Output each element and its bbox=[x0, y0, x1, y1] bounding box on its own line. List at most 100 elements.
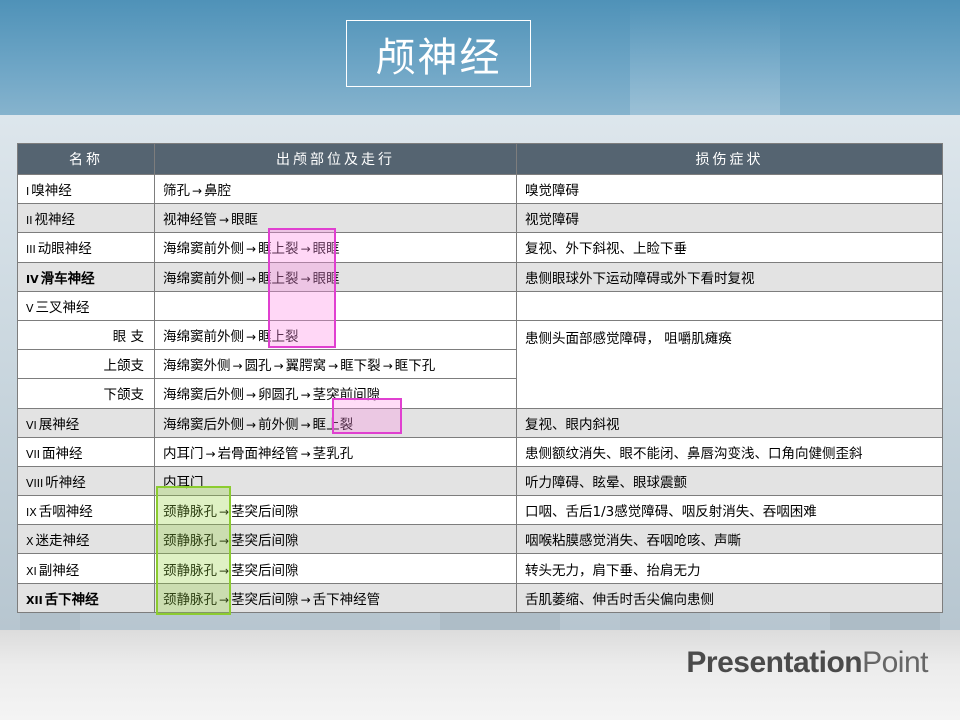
header-name: 名称 bbox=[17, 143, 155, 175]
logo-bold: Presentation bbox=[686, 646, 863, 679]
nerve-name: 滑车神经 bbox=[40, 270, 95, 287]
path-step: 翼腭窝 bbox=[285, 358, 327, 375]
arrow-icon: → bbox=[328, 359, 339, 374]
roman-numeral: IV bbox=[26, 272, 39, 286]
roman-numeral: III bbox=[26, 243, 36, 257]
nerve-name: 舌咽神经 bbox=[38, 504, 93, 521]
path-step: 海绵窦前外侧 bbox=[163, 270, 244, 287]
nerve-name-cell: VI 展神经 bbox=[17, 407, 155, 438]
path-step: 岩骨面神经管 bbox=[217, 445, 299, 462]
nerve-name-cell: VIII 听神经 bbox=[17, 465, 155, 497]
symptom-cell: 复视、眼内斜视 bbox=[516, 407, 943, 438]
path-step: 眼眶 bbox=[231, 212, 259, 229]
path-step: 圆孔 bbox=[244, 358, 272, 375]
nerve-name-cell: X 迷走神经 bbox=[17, 524, 155, 555]
table-row: I 嗅神经 筛孔 → 鼻腔 嗅觉障碍 bbox=[17, 173, 943, 205]
path-step: 舌下神经管 bbox=[312, 591, 381, 608]
path-step: 海绵窦后外侧 bbox=[163, 416, 244, 433]
nerve-name: 迷走神经 bbox=[35, 533, 90, 550]
roman-numeral: XII bbox=[26, 593, 43, 607]
path-step: 筛孔 bbox=[163, 183, 190, 200]
path-step: 茎突后间隙 bbox=[231, 504, 299, 521]
path-step: 卵圆孔 bbox=[258, 387, 299, 404]
arrow-icon: → bbox=[246, 388, 257, 403]
slide-title: 颅神经 bbox=[375, 34, 502, 81]
symptom-cell: 视觉障碍 bbox=[516, 203, 943, 234]
highlight-jugular-foramen-box bbox=[156, 486, 231, 615]
nerve-name: 上颌支 bbox=[103, 358, 145, 375]
nerve-name-cell: I 嗅神经 bbox=[17, 173, 155, 205]
arrow-icon: → bbox=[382, 359, 393, 374]
nerve-name: 展神经 bbox=[38, 416, 80, 433]
arrow-icon: → bbox=[246, 417, 257, 432]
symptom-cell: 转头无力，肩下垂、抬肩无力 bbox=[516, 553, 943, 584]
nerve-name: 听神经 bbox=[45, 474, 86, 491]
arrow-icon: → bbox=[300, 592, 311, 607]
nerve-name-cell: 上颌支 bbox=[17, 349, 155, 380]
nerve-name-cell: III 动眼神经 bbox=[17, 232, 155, 263]
arrow-icon: → bbox=[273, 359, 284, 374]
symptom-cell: 患侧额纹消失、眼不能闭、鼻唇沟变浅、口角向健侧歪斜 bbox=[516, 436, 943, 467]
path-step: 茎突后间隙 bbox=[231, 562, 299, 579]
path-step: 茎突后间隙 bbox=[231, 533, 299, 550]
path-cell: 内耳门 → 岩骨面神经管 → 茎乳孔 bbox=[154, 436, 517, 467]
nerve-name-cell: II 视神经 bbox=[17, 203, 155, 234]
path-step: 眶下裂 bbox=[340, 358, 381, 375]
arrow-icon: → bbox=[300, 388, 311, 403]
nerve-name-cell: IV 滑车神经 bbox=[17, 261, 155, 292]
presentationpoint-logo: PresentationPoint bbox=[686, 646, 928, 680]
path-step: 茎突后间隙 bbox=[231, 591, 299, 608]
arrow-icon: → bbox=[232, 359, 243, 374]
symptom-cell: 口咽、舌后1/3感觉障碍、咽反射消失、吞咽困难 bbox=[516, 495, 943, 526]
header-path: 出颅部位及走行 bbox=[154, 143, 517, 175]
symptom-cell: 舌肌萎缩、伸舌时舌尖偏向患侧 bbox=[516, 582, 943, 614]
path-step: 海绵窦前外侧 bbox=[163, 329, 244, 346]
roman-numeral: VIII bbox=[26, 476, 44, 490]
slide-title-box: 颅神经 bbox=[346, 20, 531, 87]
roman-numeral: II bbox=[26, 214, 33, 228]
path-cell: 筛孔 → 鼻腔 bbox=[154, 173, 517, 205]
table-row: III 动眼神经 海绵窦前外侧 → 眶上裂 → 眼眶 复视、外下斜视、上睑下垂 bbox=[17, 232, 943, 263]
roman-numeral: I bbox=[26, 185, 30, 199]
roman-numeral: VI bbox=[26, 418, 37, 432]
arrow-icon: → bbox=[300, 446, 311, 461]
path-step: 视神经管 bbox=[163, 212, 217, 229]
roman-numeral: XI bbox=[26, 564, 37, 578]
nerve-name: 舌下神经 bbox=[44, 591, 99, 608]
path-step: 前外侧 bbox=[258, 416, 299, 433]
table-header-row: 名称 出颅部位及走行 损伤症状 bbox=[17, 143, 943, 175]
table-row: IV 滑车神经 海绵窦前外侧 → 眶上裂 → 眼眶 患侧眼球外下运动障碍或外下看时复视 bbox=[17, 261, 943, 292]
nerve-name: 三叉神经 bbox=[35, 299, 90, 316]
header-sky-detail bbox=[630, 0, 780, 115]
arrow-icon: → bbox=[205, 446, 216, 461]
arrow-icon: → bbox=[246, 330, 257, 345]
symptom-cell: 嗅觉障碍 bbox=[516, 173, 943, 205]
nerve-name-cell: V 三叉神经 bbox=[17, 290, 155, 321]
logo-light: Point bbox=[862, 646, 928, 679]
highlight-orbital-fissure-box bbox=[268, 228, 336, 348]
roman-numeral: VII bbox=[26, 447, 41, 461]
table-row: VI 展神经 海绵窦后外侧 → 前外侧 → 眶上裂 复视、眼内斜视 bbox=[17, 407, 943, 438]
symptom-cell: 复视、外下斜视、上睑下垂 bbox=[516, 232, 943, 263]
path-cell: 海绵窦外侧 → 圆孔 → 翼腭窝 → 眶下裂 → 眶下孔 bbox=[154, 349, 517, 380]
table-row: V 三叉神经 bbox=[17, 290, 943, 321]
path-step: 海绵窦后外侧 bbox=[163, 387, 244, 404]
table-row: II 视神经 视神经管 → 眼眶 视觉障碍 bbox=[17, 203, 943, 234]
nerve-name: 嗅神经 bbox=[31, 183, 72, 200]
path-step: 茎乳孔 bbox=[312, 445, 354, 462]
symptom-cell-empty bbox=[516, 290, 943, 321]
arrow-icon: → bbox=[246, 242, 257, 257]
path-step: 海绵窦前外侧 bbox=[163, 241, 244, 258]
symptom-cell: 听力障碍、眩晕、眼球震颤 bbox=[516, 465, 943, 497]
roman-numeral: X bbox=[26, 535, 34, 549]
nerve-name-cell: IX 舌咽神经 bbox=[17, 495, 155, 526]
path-step: 海绵窦外侧 bbox=[163, 358, 231, 375]
path-step: 鼻腔 bbox=[204, 183, 232, 200]
highlight-orbital-fissure-box-vi bbox=[332, 398, 402, 434]
nerve-name-cell: XI 副神经 bbox=[17, 553, 155, 584]
symptom-cell: 咽喉粘膜感觉消失、吞咽呛咳、声嘶 bbox=[516, 524, 943, 555]
nerve-name-cell: 下颌支 bbox=[17, 378, 155, 409]
arrow-icon: → bbox=[192, 184, 203, 199]
nerve-name: 副神经 bbox=[38, 562, 80, 579]
header-symptom: 损伤症状 bbox=[516, 143, 943, 175]
